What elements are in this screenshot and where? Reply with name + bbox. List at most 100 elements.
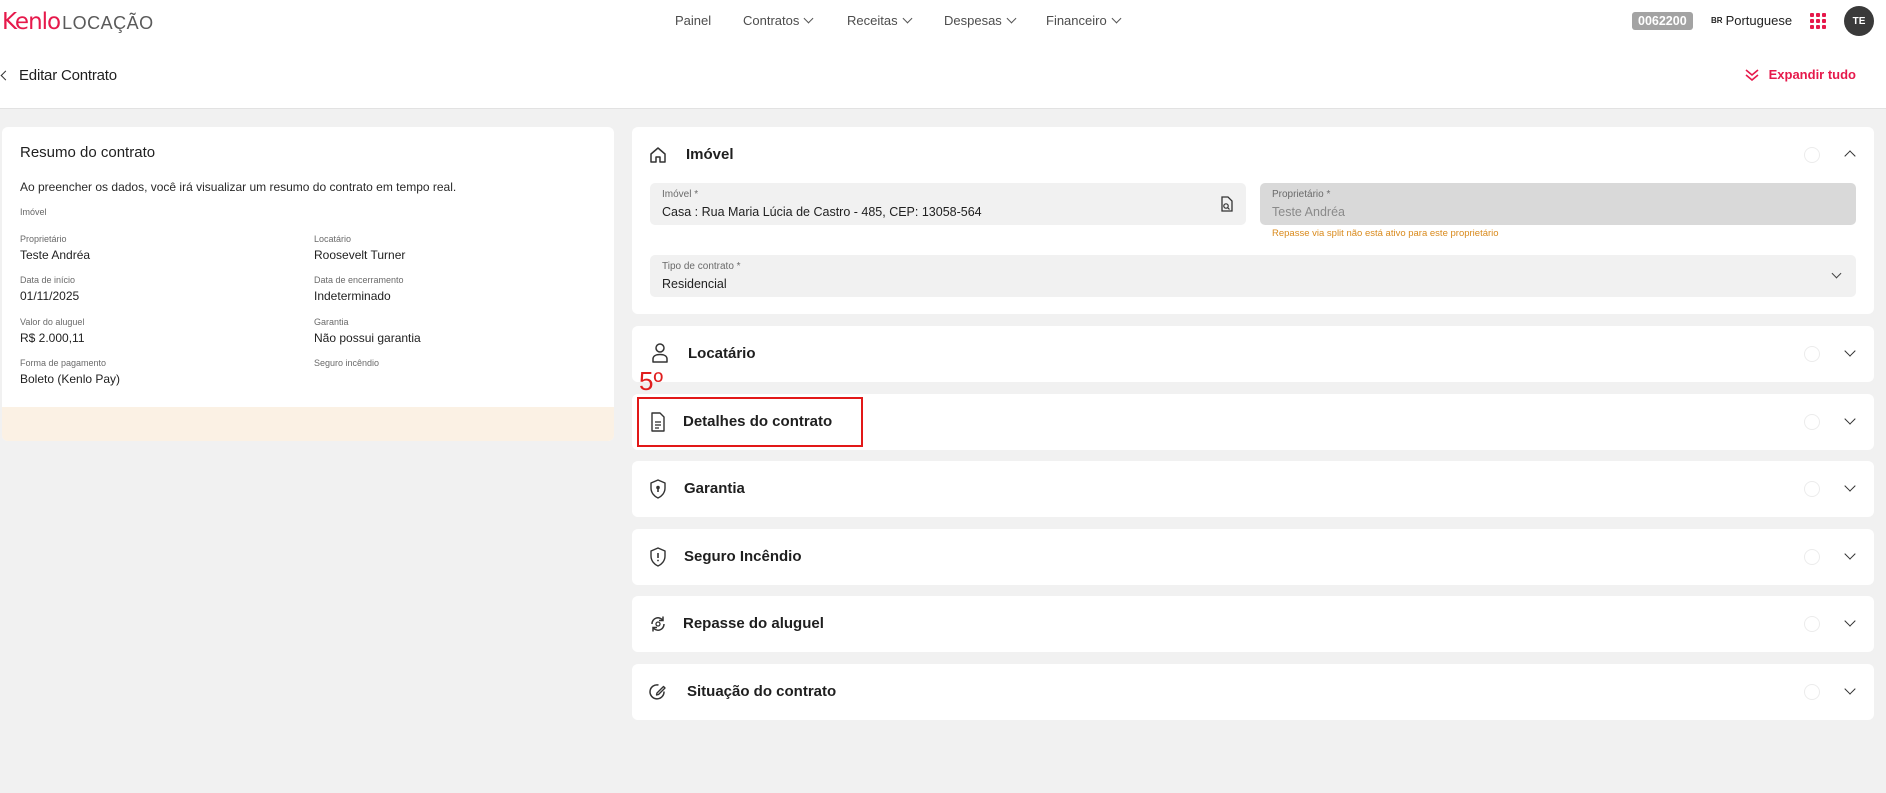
section-locatario: Locatário [632,326,1874,382]
summary-field-data-encerramento: Data de encerramento Indeterminado [314,275,404,303]
summary-field-seguro-incendio: Seguro incêndio [314,358,379,372]
section-title: Locatário [688,345,756,362]
user-icon [650,343,670,363]
field-label: Imóvel * [662,189,699,200]
summary-field-value: Boleto (Kenlo Pay) [20,372,121,386]
summary-intro: Ao preencher os dados, você irá visualiz… [20,180,457,194]
summary-field-label: Garantia [314,317,349,327]
top-navigation-bar: Kenlo LOCAÇÃO Painel Contratos Receitas … [0,0,1886,42]
section-garantia: Garantia [632,461,1874,517]
section-detalhes: Detalhes do contrato [632,394,1874,450]
summary-field-value: Indeterminado [314,289,391,303]
status-circle-icon [1804,684,1820,700]
flag-icon: BR [1711,16,1723,25]
nav-item-label: Receitas [847,13,898,28]
chevron-down-icon [1006,13,1017,24]
section-seguro-header[interactable]: Seguro Incêndio [632,529,1874,585]
summary-field-proprietario: Proprietário Teste Andréa [20,234,90,262]
section-imovel: Imóvel Imóvel * Casa : Rua Maria Lúcia d… [632,127,1874,314]
nav-item-label: Contratos [743,13,800,28]
summary-field-label: Locatário [314,234,352,244]
nav-item-financeiro[interactable]: Financeiro [1046,13,1122,28]
document-search-icon[interactable] [1220,196,1234,217]
page-header: Editar Contrato Expandir tudo [0,42,1886,109]
field-label: Proprietário * [1272,189,1331,200]
chevron-up-icon[interactable] [1844,150,1856,162]
shield-lock-icon [648,479,668,499]
section-repasse-header[interactable]: Repasse do aluguel [632,596,1874,652]
summary-field-label: Proprietário [20,234,67,244]
back-button[interactable]: Editar Contrato [0,67,117,84]
chevron-down-icon[interactable] [1844,548,1856,560]
summary-title: Resumo do contrato [20,144,156,161]
home-icon [648,145,668,165]
proprietario-field: Proprietário * Teste Andréa [1260,183,1856,225]
section-situacao-header[interactable]: Situação do contrato [632,664,1874,720]
expand-all-label: Expandir tudo [1768,67,1856,82]
chevron-down-icon[interactable] [1844,480,1856,492]
summary-field-forma-pagamento: Forma de pagamento Boleto (Kenlo Pay) [20,358,120,386]
shield-alert-icon [648,547,668,567]
status-circle-icon [1804,616,1820,632]
summary-field-value: 01/11/2025 [20,289,80,303]
summary-field-label: Forma de pagamento [20,358,107,368]
section-repasse: Repasse do aluguel [632,596,1874,652]
section-title: Seguro Incêndio [684,548,802,565]
nav-item-painel[interactable]: Painel [675,13,711,28]
summary-footer-banner [2,407,614,441]
summary-field-value: Roosevelt Turner [314,248,406,262]
summary-field-label: Data de encerramento [314,275,404,285]
chevron-down-icon [803,13,814,24]
document-icon [648,412,668,432]
section-garantia-header[interactable]: Garantia [632,461,1874,517]
nav-item-contratos[interactable]: Contratos [743,13,814,28]
status-circle-icon [1804,549,1820,565]
section-situacao: Situação do contrato [632,664,1874,720]
apps-grid-icon[interactable] [1810,13,1826,29]
status-circle-icon [1804,346,1820,362]
section-title: Detalhes do contrato [683,413,833,430]
nav-item-despesas[interactable]: Despesas [944,13,1017,28]
summary-field-data-inicio: Data de início 01/11/2025 [20,275,79,303]
section-imovel-header[interactable]: Imóvel [632,127,1874,183]
summary-field-value: R$ 2.000,11 [20,331,85,345]
edit-circle-icon [648,682,668,702]
proprietario-hint: Repasse via split não está ativo para es… [1272,228,1499,239]
status-circle-icon [1804,414,1820,430]
field-value: Casa : Rua Maria Lúcia de Castro - 485, … [662,205,982,219]
summary-field-value: Não possui garantia [314,331,421,345]
section-title: Garantia [684,480,745,497]
step-annotation-label: 5º [639,366,663,396]
language-selector[interactable]: BR Portuguese [1711,13,1792,28]
nav-item-label: Despesas [944,13,1002,28]
nav-item-label: Financeiro [1046,13,1107,28]
section-seguro: Seguro Incêndio [632,529,1874,585]
transfer-icon [648,614,668,634]
summary-field-locatario: Locatário Roosevelt Turner [314,234,405,262]
nav-item-receitas[interactable]: Receitas [847,13,913,28]
language-label: Portuguese [1725,13,1793,28]
logo-brand: Kenlo [2,9,61,35]
avatar[interactable]: TE [1844,6,1874,36]
field-label: Tipo de contrato * [662,261,741,272]
chevron-down-icon [1831,268,1842,279]
section-detalhes-header[interactable]: Detalhes do contrato [632,394,1874,450]
summary-field-valor-aluguel: Valor do aluguel R$ 2.000,11 [20,317,85,345]
chevron-down-icon[interactable] [1844,683,1856,695]
nav-item-label: Painel [675,13,712,28]
expand-all-button[interactable]: Expandir tudo [1745,67,1856,82]
section-title: Imóvel [686,146,734,163]
chevron-down-icon[interactable] [1844,615,1856,627]
section-locatario-header[interactable]: Locatário [632,326,1874,382]
chevron-down-icon[interactable] [1844,413,1856,425]
summary-field-value: Teste Andréa [20,248,91,262]
imovel-field[interactable]: Imóvel * Casa : Rua Maria Lúcia de Castr… [650,183,1246,225]
tipo-contrato-select[interactable]: Tipo de contrato * Residencial [650,255,1856,297]
double-chevron-down-icon [1745,68,1759,81]
kenlo-logo[interactable]: Kenlo LOCAÇÃO [2,9,154,35]
logo-product: LOCAÇÃO [62,13,154,33]
field-value: Residencial [662,277,727,291]
chevron-down-icon[interactable] [1844,345,1856,357]
status-circle-icon [1804,147,1820,163]
account-code-badge: 0062200 [1632,12,1693,30]
